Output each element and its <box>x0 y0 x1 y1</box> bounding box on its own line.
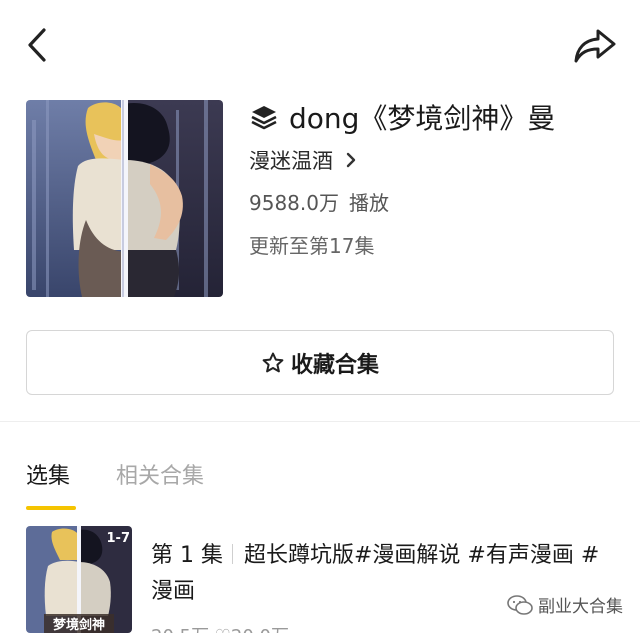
star-outline-icon <box>262 352 284 372</box>
collection-cover-image <box>26 100 223 297</box>
share-button[interactable] <box>572 26 618 66</box>
author-name: 漫迷温酒 <box>249 149 333 173</box>
top-bar <box>0 0 640 90</box>
watermark: 副业大合集 <box>506 592 623 617</box>
play-count-value: 9588.0万 <box>249 191 339 215</box>
tab-episodes[interactable]: 选集 <box>26 458 70 490</box>
play-count-label: 播放 <box>348 191 389 215</box>
back-button[interactable] <box>22 26 56 64</box>
chevron-left-icon <box>28 28 46 62</box>
section-divider <box>0 421 640 422</box>
tab-related-collections[interactable]: 相关合集 <box>116 458 204 490</box>
collect-button[interactable]: 收藏合集 <box>26 330 614 395</box>
collection-title: dong《梦境剑神》曼 <box>289 102 556 135</box>
share-arrow-icon <box>574 29 616 63</box>
episode-meta: 20.5万 ♡20.0万 <box>151 622 289 633</box>
wechat-icon <box>507 594 533 615</box>
chevron-right-icon <box>346 152 356 168</box>
episode-thumbnail: 梦境剑神 1-7 <box>26 526 132 633</box>
collection-title-row: dong《梦境剑神》曼 <box>249 96 555 138</box>
update-status: 更新至第17集 <box>249 234 375 258</box>
watermark-text: 副业大合集 <box>538 597 623 617</box>
episode-number: 第 1 集 <box>151 543 223 568</box>
collect-button-label: 收藏合集 <box>290 352 379 378</box>
episode-separator <box>231 544 233 564</box>
episode-thumb-caption: 梦境剑神 <box>53 617 105 633</box>
active-tab-indicator <box>26 506 76 510</box>
author-link[interactable]: 漫迷温酒 <box>249 144 359 176</box>
episode-badge: 1-7 <box>107 531 131 546</box>
collection-stack-icon <box>251 106 277 130</box>
play-count: 9588.0万 播放 <box>249 187 389 216</box>
